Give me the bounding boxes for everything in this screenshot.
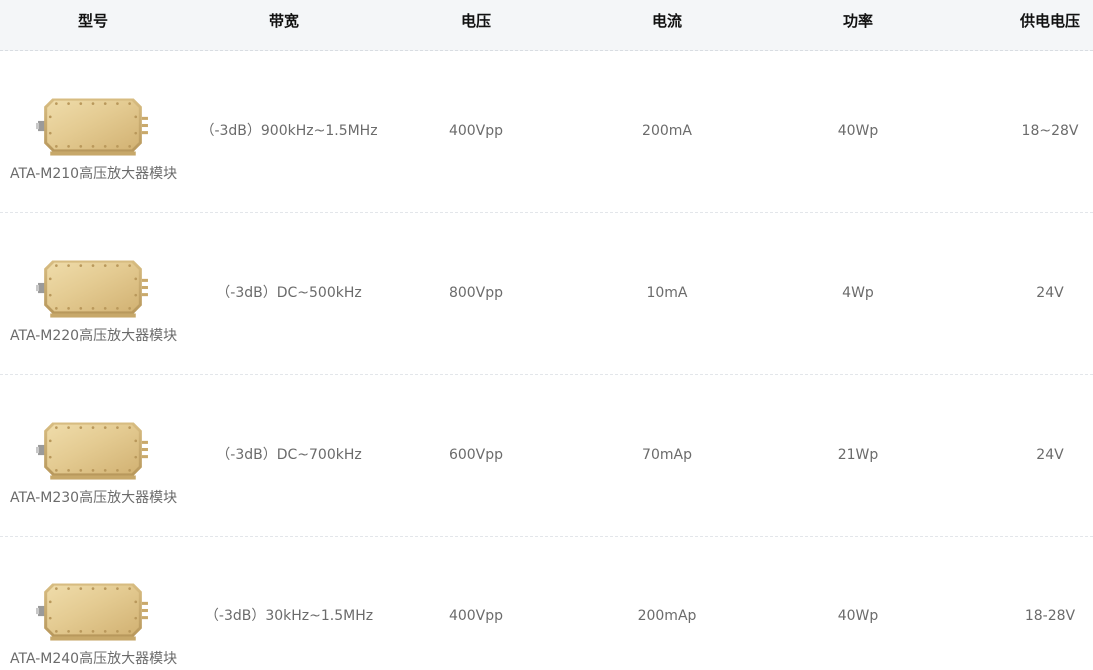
- power-value: 21Wp: [837, 447, 879, 463]
- amplifier-module-icon[interactable]: [36, 577, 150, 643]
- table-row: ATA-M230高压放大器模块 （-3dB）DC~700kHz 600Vpp 7…: [0, 375, 1093, 537]
- header-voltage: 电压: [460, 12, 492, 30]
- current-value: 70mAp: [642, 447, 692, 463]
- table-row: ATA-M240高压放大器模块 （-3dB）30kHz~1.5MHz 400Vp…: [0, 536, 1093, 670]
- power-value: 40Wp: [837, 123, 879, 139]
- header-current: 电流: [651, 12, 683, 30]
- voltage-value: 600Vpp: [448, 447, 504, 463]
- header-supply-voltage: 供电电压: [1019, 12, 1081, 30]
- table-row: ATA-M220高压放大器模块 （-3dB）DC~500kHz 800Vpp 1…: [0, 213, 1093, 375]
- power-value: 4Wp: [842, 285, 874, 301]
- supply-voltage-value: 24V: [1036, 285, 1064, 301]
- amplifier-module-icon[interactable]: [36, 92, 150, 158]
- voltage-value: 800Vpp: [448, 285, 504, 301]
- product-cell[interactable]: ATA-M230高压放大器模块: [0, 413, 190, 533]
- table-header: 型号 带宽 电压 电流 功率 供电电压: [0, 0, 1093, 51]
- product-cell[interactable]: ATA-M240高压放大器模块: [0, 574, 190, 670]
- bandwidth-value: （-3dB）30kHz~1.5MHz: [204, 608, 374, 624]
- current-value: 200mAp: [637, 608, 697, 624]
- header-model: 型号: [77, 12, 109, 30]
- power-value: 40Wp: [837, 608, 879, 624]
- model-name[interactable]: ATA-M210高压放大器模块: [10, 164, 177, 184]
- bandwidth-value: （-3dB）DC~700kHz: [216, 447, 362, 463]
- product-cell[interactable]: ATA-M220高压放大器模块: [0, 251, 190, 371]
- header-bandwidth: 带宽: [268, 12, 300, 30]
- voltage-value: 400Vpp: [448, 123, 504, 139]
- current-value: 10mA: [646, 285, 688, 301]
- supply-voltage-value: 24V: [1036, 447, 1064, 463]
- voltage-value: 400Vpp: [448, 608, 504, 624]
- supply-voltage-value: 18-28V: [1024, 608, 1076, 624]
- bandwidth-value: （-3dB）900kHz~1.5MHz: [200, 123, 378, 139]
- product-cell[interactable]: ATA-M210高压放大器模块: [0, 89, 190, 209]
- product-spec-table: 型号 带宽 电压 电流 功率 供电电压 ATA-M210高压放大器模块 （-3d…: [0, 0, 1093, 670]
- amplifier-module-icon[interactable]: [36, 254, 150, 320]
- model-name[interactable]: ATA-M240高压放大器模块: [10, 649, 177, 669]
- bandwidth-value: （-3dB）DC~500kHz: [216, 285, 362, 301]
- supply-voltage-value: 18~28V: [1021, 123, 1079, 139]
- amplifier-module-icon[interactable]: [36, 416, 150, 482]
- table-row: ATA-M210高压放大器模块 （-3dB）900kHz~1.5MHz 400V…: [0, 51, 1093, 213]
- model-name[interactable]: ATA-M230高压放大器模块: [10, 488, 177, 508]
- header-power: 功率: [842, 12, 874, 30]
- model-name[interactable]: ATA-M220高压放大器模块: [10, 326, 177, 346]
- current-value: 200mA: [642, 123, 692, 139]
